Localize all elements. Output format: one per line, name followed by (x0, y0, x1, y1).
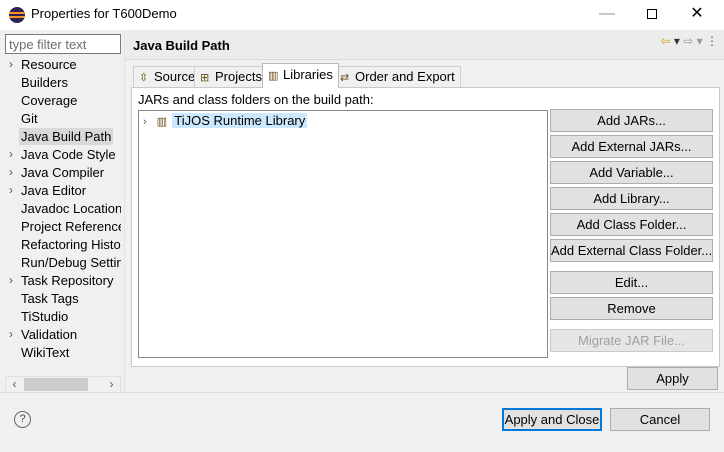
tree-item-label: Java Compiler (21, 165, 105, 180)
close-button[interactable]: ✕ (674, 0, 720, 30)
maximize-button[interactable] (629, 0, 675, 30)
tree-item-label: Validation (21, 327, 78, 342)
dialog-footer: ? Apply and Close Cancel (0, 393, 724, 452)
tree-item-label: Task Tags (21, 291, 79, 306)
expand-arrow-icon[interactable]: › (9, 182, 19, 199)
tree-item-label: Javadoc Location (21, 201, 121, 216)
tree-item-label: WikiText (21, 345, 70, 360)
properties-tree: › Resource Builders Coverage Git Java Build P… (5, 56, 121, 374)
tree-item-label: Java Build Path (19, 128, 114, 145)
maximize-icon (647, 8, 657, 19)
tab-order-and-export[interactable]: ⇄ Order and Export (334, 66, 461, 87)
tree-item-label: Java Editor (21, 183, 87, 198)
filter-input[interactable] (5, 34, 121, 54)
tree-item-label: Resource (21, 57, 77, 72)
apply-button[interactable]: Apply (627, 367, 718, 390)
projects-icon: ⊞ (200, 72, 210, 84)
tree-item-label: Coverage (21, 93, 78, 108)
apply-and-close-button[interactable]: Apply and Close (502, 408, 602, 431)
expand-arrow-icon[interactable]: › (9, 326, 19, 343)
tree-item-label: Project References (21, 219, 121, 234)
expand-arrow-icon[interactable]: › (9, 272, 19, 289)
tree-item-label: TiStudio (21, 309, 69, 324)
add-class-folder-button[interactable]: Add Class Folder... (550, 213, 713, 236)
tab-projects[interactable]: ⊞ Projects (194, 66, 268, 87)
cancel-button[interactable]: Cancel (610, 408, 710, 431)
tree-item-label: Refactoring History (21, 237, 121, 252)
tree-horizontal-scrollbar[interactable]: ‹ › (5, 376, 121, 393)
back-menu-icon[interactable]: ▾ (674, 34, 680, 48)
tab-libraries[interactable]: ▥ Libraries (262, 63, 339, 88)
tree-item-label: Task Repository (21, 273, 114, 288)
library-entry[interactable]: › ▥ TiJOS Runtime Library (143, 112, 308, 131)
migrate-jar-button[interactable]: Migrate JAR File... (550, 329, 713, 352)
tab-label: Source (154, 69, 196, 84)
add-library-button[interactable]: Add Library... (550, 187, 713, 210)
tab-source[interactable]: ⇳ Source (133, 66, 202, 87)
pane-divider[interactable] (124, 30, 125, 392)
help-icon[interactable]: ? (14, 411, 31, 428)
expand-arrow-icon[interactable]: › (9, 164, 19, 181)
title-bar: Properties for T600Demo — ✕ (0, 0, 724, 30)
eclipse-logo-icon (9, 7, 25, 23)
page-header: Java Build Path ⇦ ▾ ⇨ ▾ ⋮ (125, 30, 724, 60)
tab-label: Libraries (283, 67, 333, 82)
page-title: Java Build Path (133, 38, 230, 53)
view-menu-icon[interactable]: ⋮ (706, 34, 718, 48)
expand-arrow-icon[interactable]: › (143, 114, 153, 131)
scrollbar-thumb[interactable] (24, 378, 88, 391)
forward-arrow-icon[interactable]: ⇨ (683, 34, 693, 48)
edit-button[interactable]: Edit... (550, 271, 713, 294)
minimize-button[interactable]: — (584, 0, 630, 30)
expand-arrow-icon[interactable]: › (9, 146, 19, 163)
library-tree[interactable]: › ▥ TiJOS Runtime Library (138, 110, 548, 358)
add-external-jars-button[interactable]: Add External JARs... (550, 135, 713, 158)
back-arrow-icon[interactable]: ⇦ (660, 34, 670, 48)
add-variable-button[interactable]: Add Variable... (550, 161, 713, 184)
source-folder-icon: ⇳ (139, 72, 149, 84)
library-label: TiJOS Runtime Library (172, 113, 308, 128)
library-icon: ▥ (156, 116, 168, 128)
expand-arrow-icon[interactable]: › (9, 56, 19, 73)
tree-item-label: Builders (21, 75, 68, 90)
remove-button[interactable]: Remove (550, 297, 713, 320)
forward-menu-icon[interactable]: ▾ (697, 34, 703, 48)
tree-item-label: Run/Debug Settings (21, 255, 121, 270)
tab-label: Order and Export (355, 69, 455, 84)
page-navigation: ⇦ ▾ ⇨ ▾ ⋮ (660, 34, 718, 48)
scroll-right-arrow-icon[interactable]: › (103, 377, 120, 392)
libraries-icon: ▥ (268, 70, 279, 82)
add-jars-button[interactable]: Add JARs... (550, 109, 713, 132)
scroll-left-arrow-icon[interactable]: ‹ (6, 377, 23, 392)
order-export-icon: ⇄ (340, 72, 350, 84)
tree-item-label: Java Code Style (21, 147, 116, 162)
window-title: Properties for T600Demo (31, 6, 177, 21)
tab-label: Projects (215, 69, 262, 84)
tree-item-label: Git (21, 111, 38, 126)
add-external-class-folder-button[interactable]: Add External Class Folder... (550, 239, 713, 262)
build-path-caption: JARs and class folders on the build path… (138, 92, 374, 107)
